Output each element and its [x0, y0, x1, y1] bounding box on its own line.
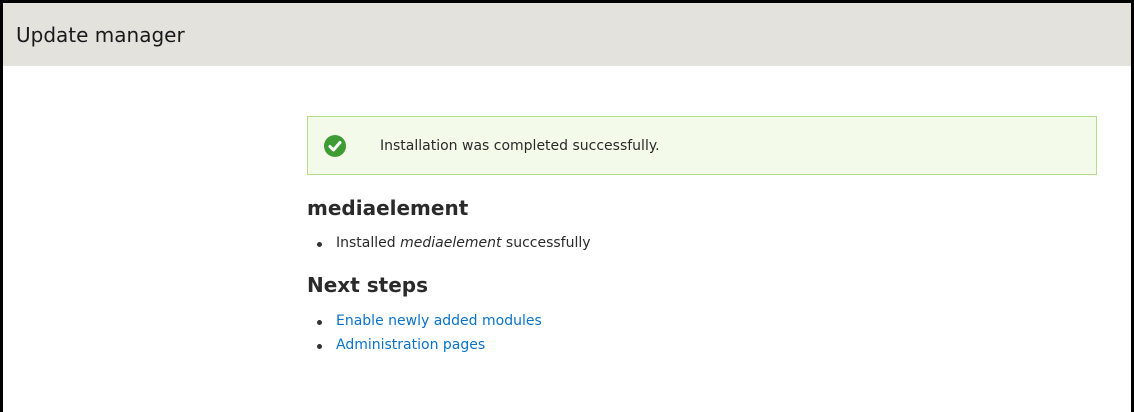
check-circle-icon [324, 134, 346, 157]
list-item: Enable newly added modules [307, 309, 1097, 333]
result-module-name: mediaelement [400, 235, 502, 251]
next-steps-list: Enable newly added modules Administratio… [307, 309, 1097, 357]
install-results-list: Installed mediaelement successfully [307, 231, 1097, 255]
enable-modules-link[interactable]: Enable newly added modules [336, 313, 542, 329]
main-content: Installation was completed successfully.… [307, 116, 1097, 357]
list-item: Administration pages [307, 333, 1097, 357]
module-title: mediaelement [307, 196, 469, 220]
page-title: Update manager [16, 22, 185, 47]
next-steps-title: Next steps [307, 273, 428, 297]
window-frame: Update manager Installation was complete… [0, 0, 1134, 412]
result-prefix: Installed [336, 235, 396, 251]
list-item: Installed mediaelement successfully [307, 231, 1097, 255]
page-header: Update manager [3, 3, 1131, 66]
administration-pages-link[interactable]: Administration pages [336, 337, 485, 353]
result-suffix: successfully [505, 235, 591, 251]
status-message: Installation was completed successfully. [307, 116, 1097, 175]
status-message-text: Installation was completed successfully. [380, 137, 660, 154]
